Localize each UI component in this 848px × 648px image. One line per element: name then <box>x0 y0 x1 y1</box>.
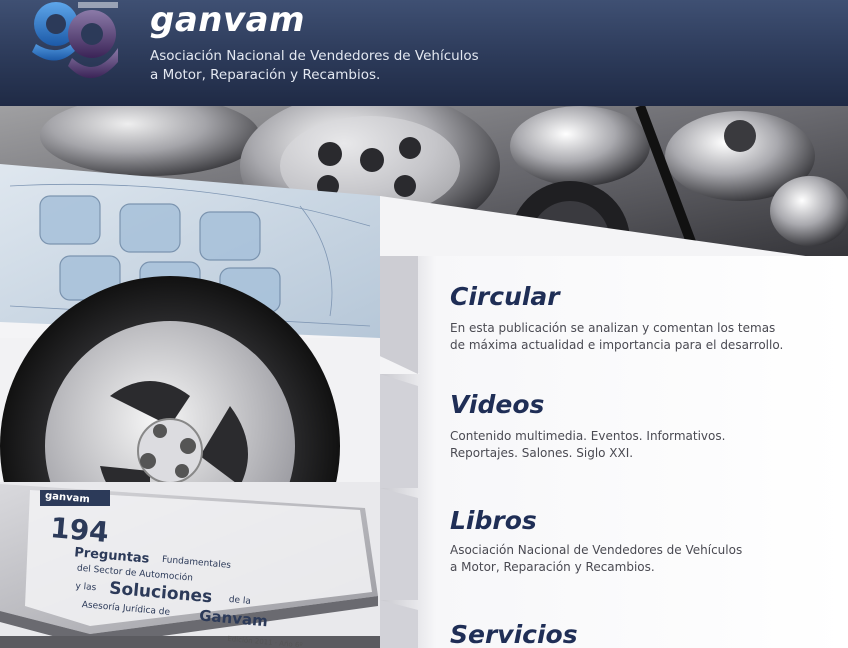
header-tagline: Asociación Nacional de Vendedores de Veh… <box>150 47 570 85</box>
section-card-servicios[interactable]: Servicios <box>380 600 848 648</box>
section-title[interactable]: Libros <box>450 506 537 536</box>
section-description: Asociación Nacional de Vendedores de Veh… <box>450 542 830 576</box>
section-title[interactable]: Circular <box>450 282 560 312</box>
section-desc-line-2: de máxima actualidad e importancia para … <box>450 338 784 352</box>
section-desc-line-2: a Motor, Reparación y Recambios. <box>450 560 655 574</box>
site-header: ganvam Asociación Nacional de Vendedores… <box>0 0 848 106</box>
section-desc-line-1: Contenido multimedia. Eventos. Informati… <box>450 429 726 443</box>
section-title[interactable]: Videos <box>450 390 544 420</box>
card-bg <box>380 256 848 374</box>
book-edition: Edición 2011 · Año 6º <box>227 634 303 648</box>
section-cards: Circular En esta publicación se analizan… <box>380 256 848 648</box>
section-description: Contenido multimedia. Eventos. Informati… <box>450 428 830 462</box>
book-title-line4b: Ganvam <box>198 606 269 631</box>
section-description: En esta publicación se analizan y coment… <box>450 320 830 354</box>
book-title-line4a: Asesoría Jurídica de <box>81 600 171 618</box>
section-desc-line-1: En esta publicación se analizan y coment… <box>450 321 776 335</box>
section-card-libros[interactable]: Libros Asociación Nacional de Vendedores… <box>380 488 848 600</box>
tagline-line-2: a Motor, Reparación y Recambios. <box>150 67 381 83</box>
book-number: 194 <box>48 511 111 550</box>
book-cover: ganvam 194 Preguntas Fundamentales del S… <box>27 486 369 648</box>
section-desc-line-2: Reportajes. Salones. Siglo XXI. <box>450 446 634 460</box>
book-brand: ganvam <box>44 490 91 506</box>
book-title-line1b: Fundamentales <box>161 554 232 571</box>
book-title-line3a: y las <box>74 581 97 594</box>
section-title[interactable]: Servicios <box>450 620 578 648</box>
brand-name[interactable]: ganvam <box>150 0 305 40</box>
section-card-circular[interactable]: Circular En esta publicación se analizan… <box>380 256 848 374</box>
tagline-line-1: Asociación Nacional de Vendedores de Veh… <box>150 48 479 64</box>
section-desc-line-1: Asociación Nacional de Vendedores de Veh… <box>450 543 743 557</box>
section-card-videos[interactable]: Videos Contenido multimedia. Eventos. In… <box>380 374 848 488</box>
book-title-line3c: de la <box>228 594 252 607</box>
gg-logo-icon[interactable] <box>18 0 130 96</box>
